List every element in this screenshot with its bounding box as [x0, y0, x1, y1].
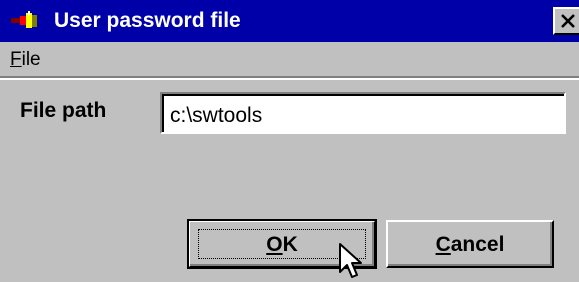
cancel-label: ancel — [450, 233, 505, 256]
menu-file[interactable]: File — [10, 49, 41, 71]
close-icon — [561, 14, 575, 28]
title-bar[interactable]: User password file — [0, 0, 579, 42]
menu-bar: File — [0, 42, 579, 80]
cancel-button[interactable]: Cancel — [386, 220, 554, 268]
cancel-mnemonic: C — [435, 233, 451, 256]
ok-mnemonic: O — [266, 233, 283, 256]
arrow-cursor-icon — [339, 243, 362, 278]
window-title: User password file — [54, 9, 241, 32]
menu-file-mnemonic: F — [10, 49, 22, 70]
ok-label: K — [282, 233, 298, 256]
swtools-app-icon[interactable] — [10, 9, 40, 33]
user-password-file-dialog: User password file File File path OK Can… — [0, 0, 579, 278]
dialog-body: File path OK Cancel — [0, 82, 579, 278]
file-path-input[interactable] — [160, 92, 566, 134]
menu-file-label: ile — [21, 49, 41, 70]
close-button[interactable] — [553, 7, 579, 35]
file-path-label: File path — [20, 99, 107, 122]
